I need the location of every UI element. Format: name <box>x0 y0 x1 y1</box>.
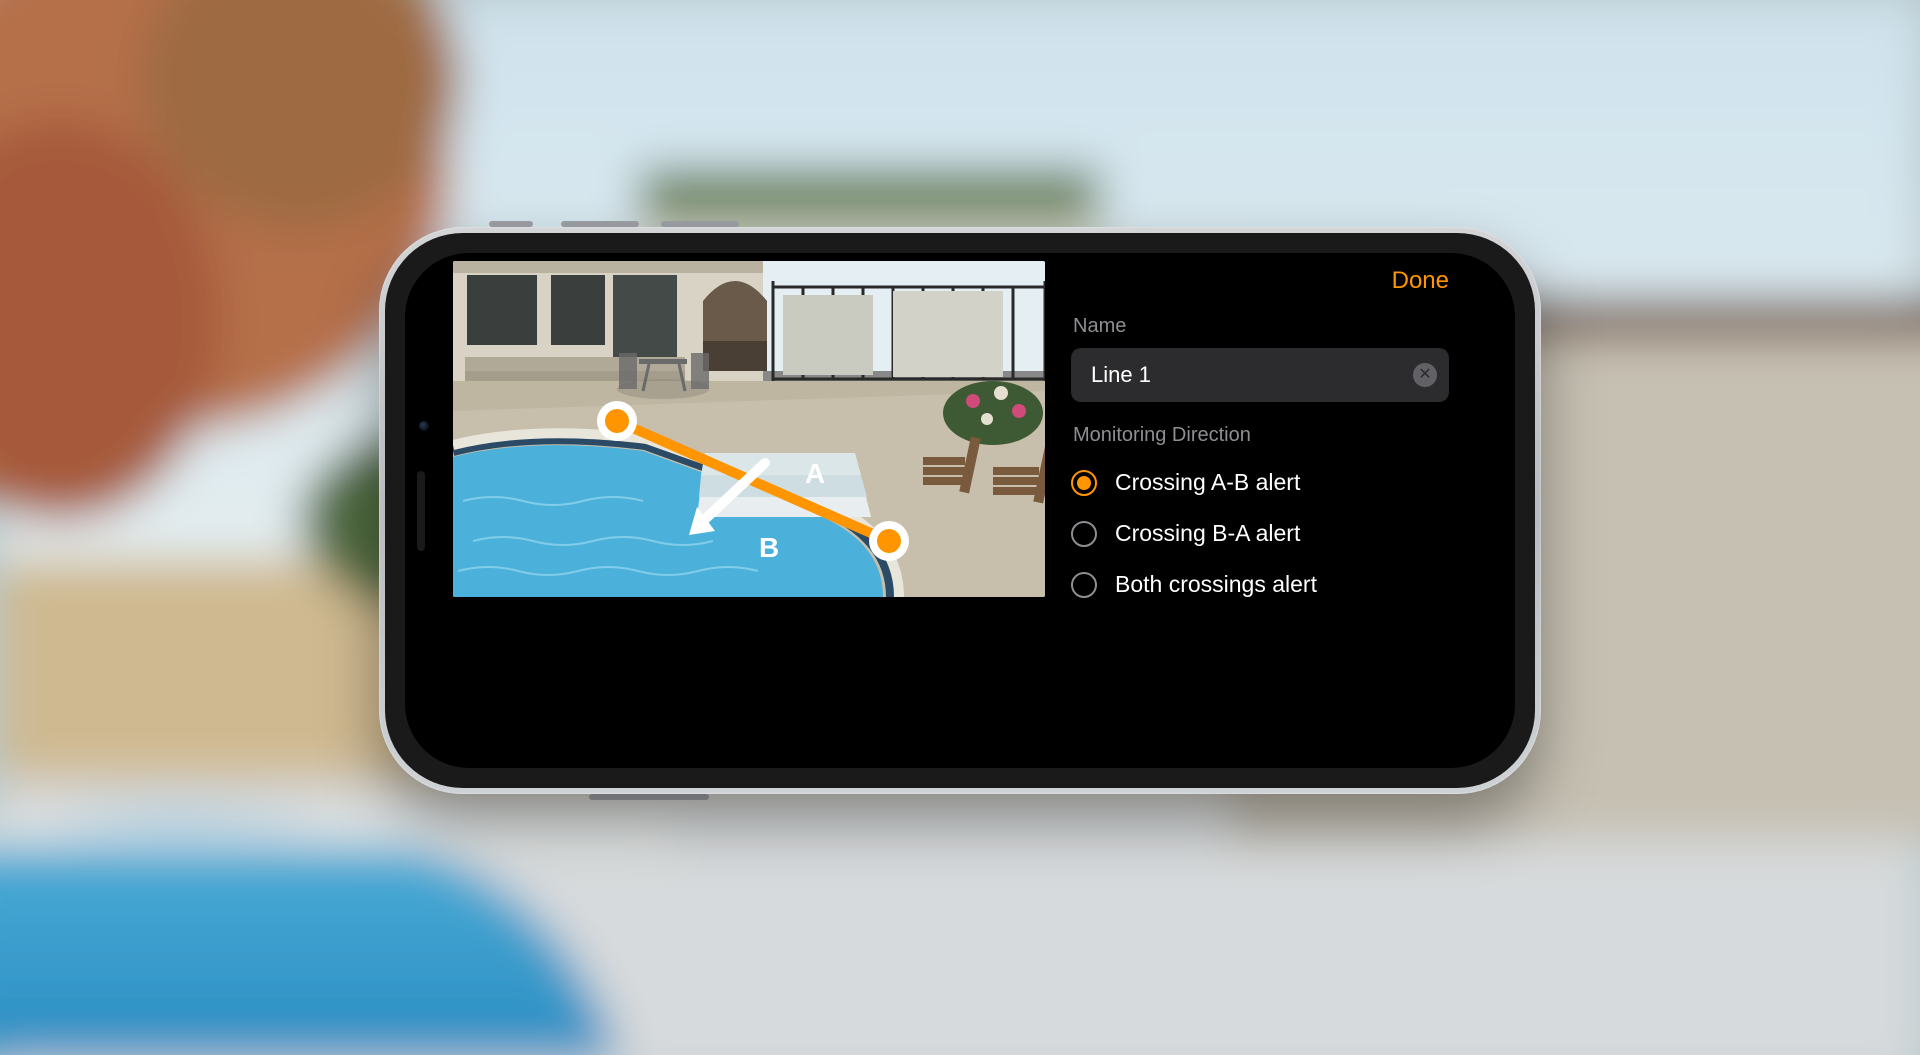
endpoint-a-handle[interactable] <box>597 401 637 441</box>
line-crossing-editor: A B Done Name ✕ <box>405 253 1515 768</box>
notch <box>405 391 443 631</box>
direction-section-label: Monitoring Direction <box>1073 424 1449 447</box>
endpoint-a-label: A <box>805 458 825 489</box>
close-icon: ✕ <box>1418 366 1431 383</box>
option-label: Crossing A-B alert <box>1115 469 1300 496</box>
option-both-crossings[interactable]: Both crossings alert <box>1071 559 1449 610</box>
line-overlay[interactable]: A B <box>453 261 1045 597</box>
camera-preview[interactable]: A B <box>453 261 1045 597</box>
settings-panel: Done Name ✕ Monitoring Direction <box>1045 253 1515 768</box>
clear-name-button[interactable]: ✕ <box>1413 363 1437 387</box>
option-crossing-b-a[interactable]: Crossing B-A alert <box>1071 508 1449 559</box>
phone-device: A B Done Name ✕ <box>379 227 1541 794</box>
endpoint-b-label: B <box>759 532 779 563</box>
radio-icon <box>1071 470 1097 496</box>
option-crossing-a-b[interactable]: Crossing A-B alert <box>1071 457 1449 508</box>
direction-options: Crossing A-B alert Crossing B-A alert Bo… <box>1071 457 1449 610</box>
option-label: Crossing B-A alert <box>1115 520 1300 547</box>
radio-icon <box>1071 572 1097 598</box>
name-field[interactable]: ✕ <box>1071 348 1449 402</box>
endpoint-b-handle[interactable] <box>869 521 909 561</box>
done-button[interactable]: Done <box>1392 267 1449 295</box>
phone-screen: A B Done Name ✕ <box>405 253 1515 768</box>
power-button <box>589 794 709 800</box>
name-input[interactable] <box>1089 361 1413 389</box>
radio-icon <box>1071 521 1097 547</box>
option-label: Both crossings alert <box>1115 571 1317 598</box>
name-section-label: Name <box>1073 315 1449 338</box>
